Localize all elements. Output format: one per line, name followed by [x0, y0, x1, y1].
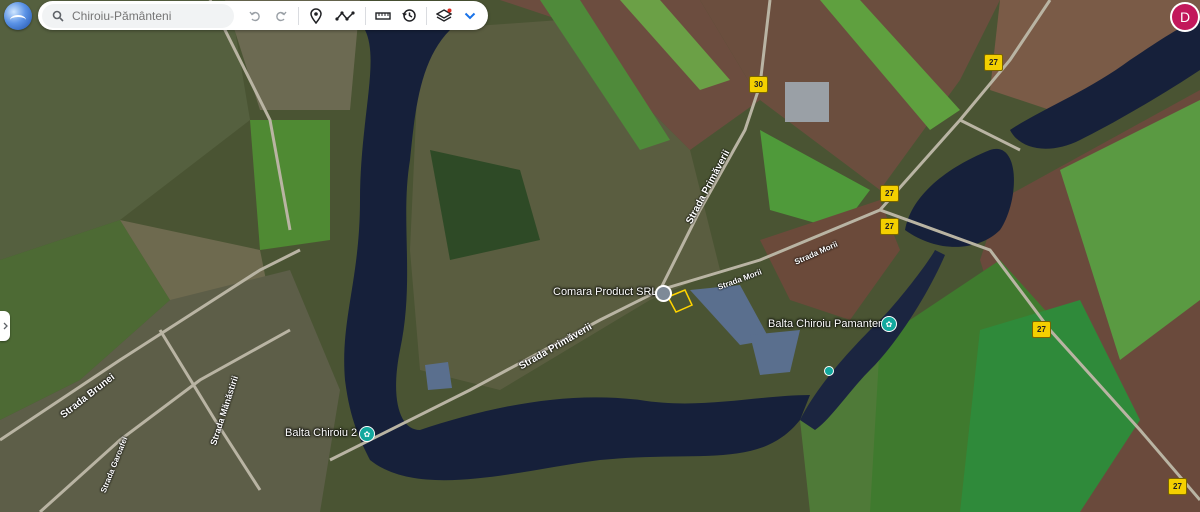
- user-avatar[interactable]: D: [1172, 4, 1198, 30]
- add-placemark-button[interactable]: [303, 3, 329, 29]
- redo-icon: [276, 11, 287, 21]
- field: [250, 120, 330, 250]
- road-shield-27: 27: [880, 218, 899, 235]
- layers-icon: [436, 8, 452, 22]
- place-label-balta-pamanteni[interactable]: Balta Chiroiu Pamanteni: [768, 318, 887, 330]
- industrial-building: [785, 82, 829, 122]
- draw-path-button[interactable]: [329, 3, 361, 29]
- business-pin[interactable]: [655, 285, 672, 302]
- search-icon: [52, 10, 64, 22]
- toolbar-divider: [298, 6, 299, 25]
- solar-farm: [425, 362, 452, 390]
- redo-button[interactable]: [268, 3, 294, 29]
- history-button[interactable]: [396, 3, 422, 29]
- road-shield-27: 27: [880, 185, 899, 202]
- app-logo[interactable]: [4, 2, 32, 30]
- road-shield-27: 27: [1032, 321, 1051, 338]
- layers-button[interactable]: [431, 3, 457, 29]
- path-icon: [335, 10, 355, 21]
- toolbar-divider: [365, 6, 366, 25]
- chevron-right-icon: [3, 322, 8, 330]
- fishing-pin-icon[interactable]: ✿: [881, 316, 897, 332]
- place-label-balta-2[interactable]: Balta Chiroiu 2: [285, 427, 357, 439]
- side-panel-toggle[interactable]: [0, 311, 10, 341]
- road-shield-30: 30: [749, 76, 768, 93]
- satellite-map[interactable]: [0, 0, 1200, 512]
- place-pin-icon: [310, 7, 322, 24]
- search-input[interactable]: [72, 8, 222, 23]
- road-shield-27: 27: [984, 54, 1003, 71]
- undo-icon: [249, 11, 260, 21]
- toolbar-divider: [426, 6, 427, 25]
- ruler-icon: [375, 11, 391, 20]
- history-icon: [401, 9, 416, 22]
- poi-dot[interactable]: [824, 366, 834, 376]
- road-shield-27: 27: [1168, 478, 1187, 495]
- search-box[interactable]: [42, 3, 234, 28]
- more-options-button[interactable]: [457, 3, 483, 29]
- undo-button[interactable]: [242, 3, 268, 29]
- map-toolbar: [38, 1, 488, 30]
- chevron-down-icon: [464, 12, 476, 19]
- measure-button[interactable]: [370, 3, 396, 29]
- fishing-pin-icon[interactable]: ✿: [359, 426, 375, 442]
- place-label-comara[interactable]: Comara Product SRL: [553, 286, 658, 298]
